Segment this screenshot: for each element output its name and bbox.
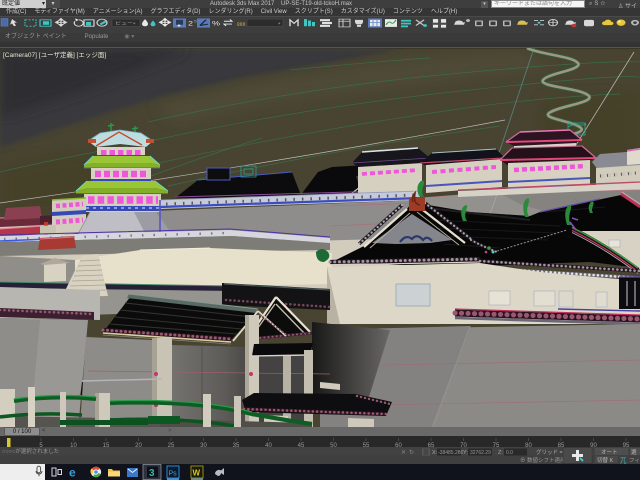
svg-text:5: 5 <box>194 19 197 23</box>
svg-text:切替 K: 切替 K <box>597 456 614 464</box>
svg-text:オート: オート <box>601 449 618 456</box>
svg-text:2: 2 <box>188 20 193 27</box>
svg-text:32762.29: 32762.29 <box>470 450 491 456</box>
svg-text:Ps: Ps <box>169 471 178 478</box>
svg-text:兀: 兀 <box>620 457 627 465</box>
svg-text:ビュー: ビュー <box>115 20 133 27</box>
svg-text:-38485.286: -38485.286 <box>438 450 464 456</box>
svg-text:3: 3 <box>149 468 155 479</box>
svg-text:▾: ▾ <box>278 21 281 25</box>
svg-text:⊕ 数値シフト適用: ⊕ 数値シフト適用 <box>520 456 566 464</box>
svg-text:%: % <box>212 20 220 27</box>
svg-text:[Camera07] [ユーザ定義] [エッジ面]: [Camera07] [ユーザ定義] [エッジ面] <box>3 50 106 59</box>
svg-text:↻: ↻ <box>409 449 414 456</box>
svg-text:▾: ▾ <box>133 21 136 25</box>
svg-text:e: e <box>69 466 76 480</box>
svg-text:○○○○が選択されました: ○○○○が選択されました <box>2 447 59 455</box>
svg-text:⅏: ⅏ <box>236 21 246 27</box>
svg-text:X:: X: <box>432 450 438 456</box>
svg-text:✕: ✕ <box>401 450 406 456</box>
svg-text:Z:: Z: <box>498 450 503 456</box>
svg-text:選: 選 <box>631 448 637 456</box>
svg-text:0.0: 0.0 <box>506 450 513 456</box>
svg-text:フィル: フィル <box>629 457 640 464</box>
svg-text:W: W <box>193 469 201 478</box>
svg-text:Y:: Y: <box>463 450 468 456</box>
